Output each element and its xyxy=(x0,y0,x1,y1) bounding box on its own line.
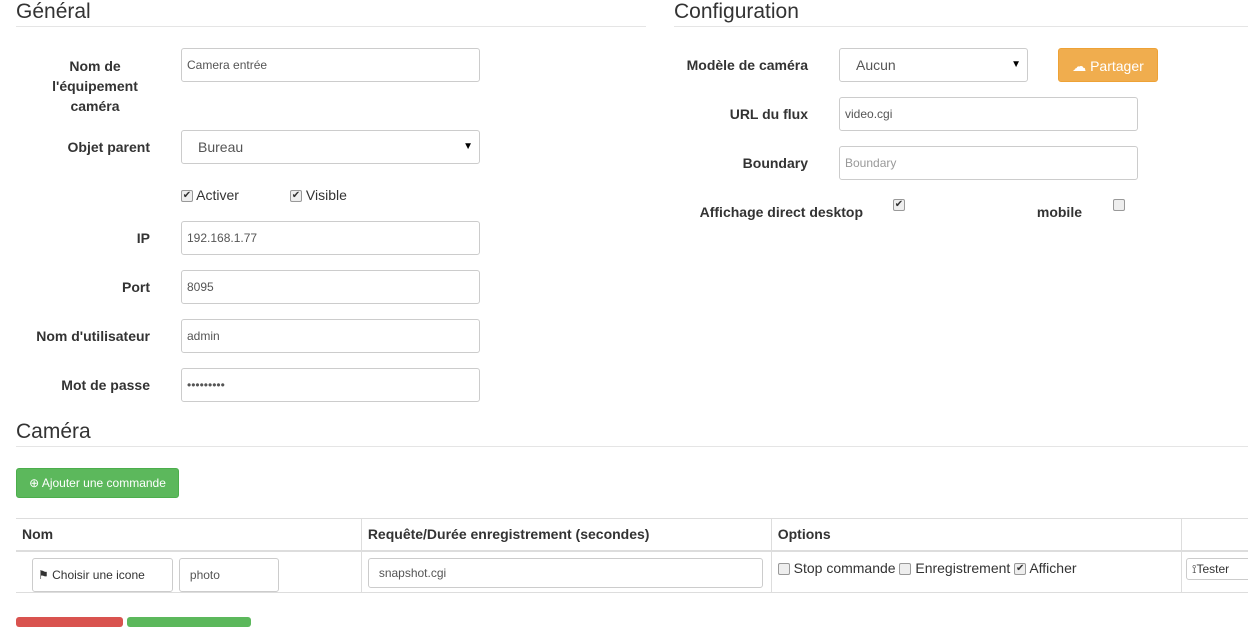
test-label: Tester xyxy=(1196,562,1229,576)
model-value: Aucun xyxy=(856,57,896,73)
show-label: Afficher xyxy=(1029,560,1076,576)
add-command-label: Ajouter une commande xyxy=(42,476,166,490)
cloud-upload-icon: ☁ xyxy=(1072,58,1086,74)
check-icon: ✔ xyxy=(290,190,302,202)
table-row: ⚑ Choisir une icone photo snapshot.cgi S… xyxy=(16,551,1248,593)
user-input[interactable]: admin xyxy=(181,319,480,353)
check-icon: ✔ xyxy=(181,190,193,202)
model-select[interactable]: Aucun ▼ xyxy=(839,48,1028,82)
col-actions xyxy=(1182,519,1248,551)
chevron-down-icon: ▼ xyxy=(463,131,473,163)
visible-checkbox[interactable]: ✔ Visible xyxy=(290,187,347,203)
col-name: Nom xyxy=(16,519,361,551)
add-command-button[interactable]: ⊕ Ajouter une commande xyxy=(16,468,179,498)
general-heading: Général xyxy=(16,0,646,27)
mobile-label: mobile xyxy=(1000,202,1082,222)
parent-value: Bureau xyxy=(198,139,243,155)
activate-label: Activer xyxy=(196,187,239,203)
choose-icon-button[interactable]: ⚑ Choisir une icone xyxy=(32,558,173,592)
choose-icon-label: Choisir une icone xyxy=(52,568,145,582)
parent-select[interactable]: Bureau ▼ xyxy=(181,130,480,164)
share-label: Partager xyxy=(1090,58,1144,74)
activate-checkbox[interactable]: ✔ Activer xyxy=(181,187,239,203)
url-input[interactable]: video.cgi xyxy=(839,97,1138,131)
mobile-checkbox[interactable] xyxy=(1113,199,1125,211)
url-label: URL du flux xyxy=(670,104,808,124)
request-input[interactable]: snapshot.cgi xyxy=(368,558,763,588)
ip-input[interactable]: 192.168.1.77 xyxy=(181,221,480,255)
col-options: Options xyxy=(771,519,1181,551)
boundary-input[interactable]: Boundary xyxy=(839,146,1138,180)
port-label: Port xyxy=(16,277,150,297)
plus-circle-icon: ⊕ xyxy=(29,476,39,490)
parent-label: Objet parent xyxy=(16,137,150,157)
port-input[interactable]: 8095 xyxy=(181,270,480,304)
user-label: Nom d'utilisateur xyxy=(16,326,150,346)
share-button[interactable]: ☁ Partager xyxy=(1058,48,1158,82)
boundary-label: Boundary xyxy=(670,153,808,173)
delete-button[interactable] xyxy=(16,617,123,627)
model-label: Modèle de caméra xyxy=(670,55,808,75)
password-label: Mot de passe xyxy=(16,375,150,395)
chevron-down-icon: ▼ xyxy=(1011,49,1021,81)
desktop-checkbox[interactable]: ✔ xyxy=(893,199,905,211)
flag-icon: ⚑ xyxy=(38,568,49,582)
col-request: Requête/Durée enregistrement (secondes) xyxy=(361,519,771,551)
visible-label: Visible xyxy=(306,187,347,203)
camera-heading: Caméra xyxy=(16,420,1248,447)
password-input[interactable]: ••••••••• xyxy=(181,368,480,402)
config-heading: Configuration xyxy=(674,0,1248,27)
save-button[interactable] xyxy=(127,617,251,627)
record-label: Enregistrement xyxy=(915,560,1010,576)
ip-label: IP xyxy=(16,228,150,248)
command-name-input[interactable]: photo xyxy=(179,558,279,592)
stop-label: Stop commande xyxy=(794,560,896,576)
name-input[interactable]: Camera entrée xyxy=(181,48,480,82)
commands-table: Nom Requête/Durée enregistrement (second… xyxy=(16,518,1248,593)
stop-checkbox[interactable] xyxy=(778,563,790,575)
name-label: Nom de l'équipement caméra xyxy=(40,56,150,116)
record-checkbox[interactable] xyxy=(899,563,911,575)
show-checkbox[interactable]: ✔ xyxy=(1014,563,1026,575)
test-button[interactable]: ⟟Tester xyxy=(1186,558,1248,580)
desktop-label: Affichage direct desktop xyxy=(670,202,863,222)
